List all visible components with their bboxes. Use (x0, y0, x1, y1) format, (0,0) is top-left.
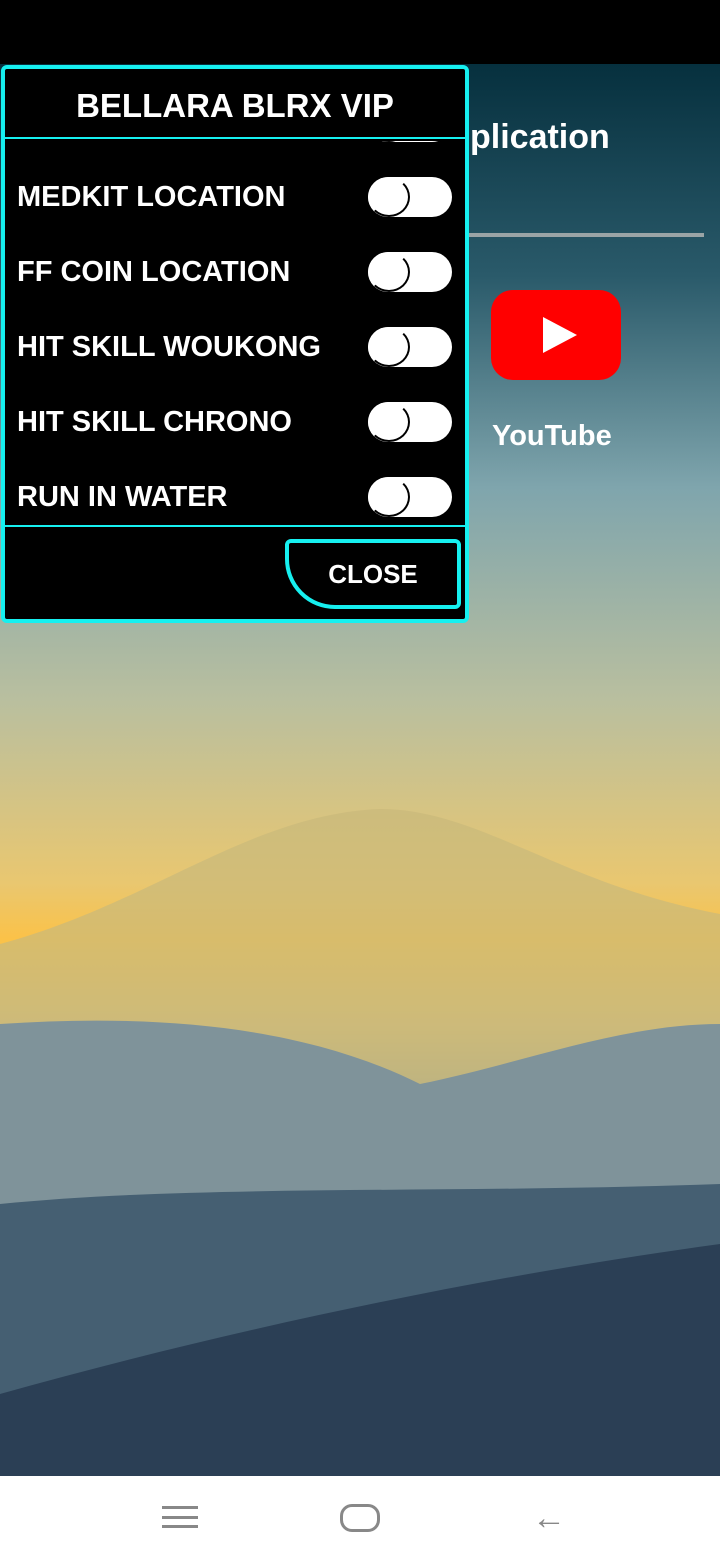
toggle-switch[interactable] (368, 177, 452, 217)
toggle-switch[interactable] (368, 252, 452, 292)
back-icon[interactable]: ← (532, 1500, 572, 1536)
toggle-row[interactable]: RUN IN WATER (5, 459, 465, 525)
toggle-label: FF COIN LOCATION (17, 256, 291, 288)
background-title: plication (470, 118, 610, 156)
footer-divider (5, 525, 465, 527)
toggle-switch[interactable] (368, 477, 452, 517)
navigation-bar: ← (0, 1476, 720, 1560)
youtube-label[interactable]: YouTube (492, 420, 612, 453)
youtube-icon[interactable] (491, 290, 621, 380)
toggle-row[interactable] (5, 141, 465, 159)
toggle-row[interactable]: FF COIN LOCATION (5, 234, 465, 309)
toggle-row[interactable]: HIT SKILL WOUKONG (5, 309, 465, 384)
divider (468, 233, 704, 237)
status-bar (0, 0, 720, 64)
toggle-list[interactable]: MEDKIT LOCATION FF COIN LOCATION HIT SKI… (5, 141, 465, 525)
toggle-label: RUN IN WATER (17, 481, 228, 513)
toggle-switch[interactable] (368, 141, 452, 142)
toggle-label: HIT SKILL WOUKONG (17, 331, 321, 363)
close-button[interactable]: CLOSE (285, 539, 461, 609)
mod-menu-panel: BELLARA BLRX VIP MEDKIT LOCATION FF COIN… (1, 65, 469, 623)
toggle-row[interactable]: HIT SKILL CHRONO (5, 384, 465, 459)
toggle-label: MEDKIT LOCATION (17, 181, 286, 213)
toggle-switch[interactable] (368, 402, 452, 442)
panel-title: BELLARA BLRX VIP (5, 69, 465, 139)
toggle-row[interactable]: MEDKIT LOCATION (5, 159, 465, 234)
toggle-switch[interactable] (368, 327, 452, 367)
home-icon[interactable] (340, 1504, 380, 1532)
menu-icon[interactable] (162, 1506, 198, 1528)
toggle-label: HIT SKILL CHRONO (17, 406, 292, 438)
